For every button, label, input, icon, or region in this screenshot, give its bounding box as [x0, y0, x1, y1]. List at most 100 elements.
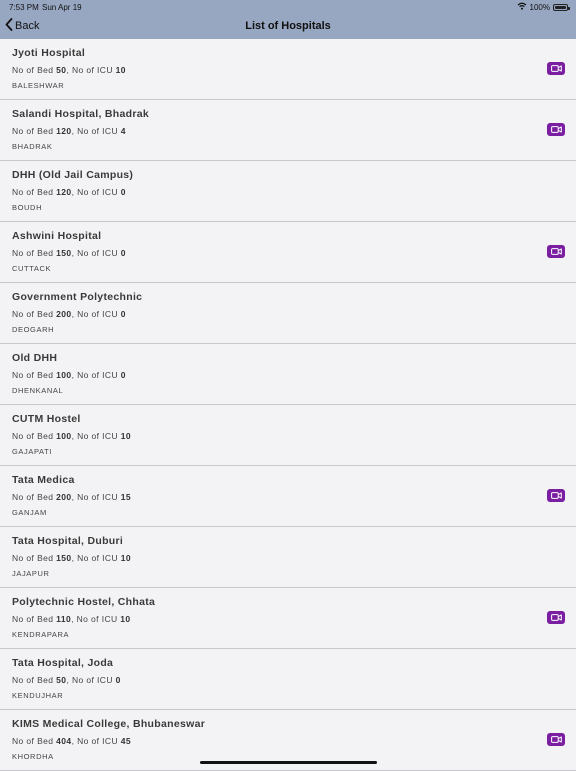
beds-prefix: No of Bed — [12, 736, 57, 746]
beds-prefix: No of Bed — [12, 431, 57, 441]
battery-percent: 100% — [529, 2, 550, 12]
hospital-name: Polytechnic Hostel, Chhata — [12, 596, 156, 608]
bed-count: 120 — [56, 126, 72, 136]
hospital-name: Salandi Hospital, Bhadrak — [12, 108, 150, 120]
hospital-district: JAJAPUR — [12, 569, 50, 578]
icu-prefix: , No of ICU — [71, 187, 121, 197]
nav-bar: Back List of Hospitals — [0, 14, 576, 40]
video-call-button[interactable] — [547, 245, 565, 258]
video-camera-icon — [550, 492, 562, 499]
icu-count: 15 — [120, 492, 132, 502]
icu-count: 10 — [120, 553, 132, 563]
hospital-district: GANJAM — [12, 508, 47, 517]
hospital-row[interactable]: Tata Hospital, Duburi No of Bed 150, No o… — [0, 527, 576, 588]
hospital-name: Old DHH — [12, 352, 58, 364]
hospital-district: DHENKANAL — [12, 386, 64, 395]
beds-prefix: No of Bed — [12, 309, 57, 319]
icu-count: 10 — [120, 431, 132, 441]
hospital-row[interactable]: Tata Hospital, Joda No of Bed 50, No of I… — [0, 649, 576, 710]
bed-count: 200 — [56, 492, 72, 502]
hospital-name: KIMS Medical College, Bhubaneswar — [12, 718, 206, 730]
hospital-district: BOUDH — [12, 203, 43, 212]
icu-count: 0 — [120, 309, 126, 319]
video-camera-icon — [550, 126, 562, 133]
beds-prefix: No of Bed — [12, 187, 57, 197]
hospital-district: DEOGARH — [12, 325, 55, 334]
battery-icon — [553, 3, 570, 11]
status-right: 100% — [517, 2, 570, 12]
bed-count: 200 — [56, 309, 72, 319]
bed-count: 120 — [56, 187, 72, 197]
bed-count: 150 — [56, 553, 72, 563]
beds-prefix: No of Bed — [12, 65, 57, 75]
icu-prefix: , No of ICU — [71, 126, 121, 136]
hospital-name: Ashwini Hospital — [12, 230, 102, 242]
hospital-row[interactable]: Ashwini Hospital No of Bed 150, No of ICU… — [0, 222, 576, 283]
bed-info: No of Bed 100, No of ICU 10 — [12, 431, 131, 441]
hospital-row[interactable]: Old DHH No of Bed 100, No of ICU 0 DHENKAN… — [0, 344, 576, 405]
video-call-button[interactable] — [547, 611, 565, 624]
hospital-district: KHORDHA — [12, 752, 54, 761]
hospital-row[interactable]: CUTM Hostel No of Bed 100, No of ICU 10 GA… — [0, 405, 576, 466]
beds-prefix: No of Bed — [12, 248, 57, 258]
bed-count: 100 — [56, 431, 72, 441]
hospital-name: Jyoti Hospital — [12, 47, 86, 59]
hospital-district: BHADRAK — [12, 142, 53, 151]
hospital-name: DHH (Old Jail Campus) — [12, 169, 134, 181]
hospital-row[interactable]: Salandi Hospital, Bhadrak No of Bed 120, … — [0, 100, 576, 161]
hospital-row[interactable]: DHH (Old Jail Campus) No of Bed 120, No o… — [0, 161, 576, 222]
bed-info: No of Bed 120, No of ICU 4 — [12, 126, 126, 136]
icu-prefix: , No of ICU — [66, 675, 116, 685]
beds-prefix: No of Bed — [12, 126, 57, 136]
hospital-name: Government Polytechnic — [12, 291, 143, 303]
home-indicator[interactable] — [200, 761, 377, 764]
bed-count: 50 — [56, 675, 67, 685]
bed-info: No of Bed 110, No of ICU 10 — [12, 614, 131, 624]
beds-prefix: No of Bed — [12, 614, 57, 624]
video-call-button[interactable] — [547, 62, 565, 75]
hospital-list: Jyoti Hospital No of Bed 50, No of ICU 10… — [0, 39, 576, 771]
bed-info: No of Bed 150, No of ICU 0 — [12, 248, 126, 258]
bed-count: 150 — [56, 248, 72, 258]
page-title: List of Hospitals — [245, 20, 331, 32]
hospital-row[interactable]: Tata Medica No of Bed 200, No of ICU 15 GA… — [0, 466, 576, 527]
hospital-district: BALESHWAR — [12, 81, 65, 90]
hospital-district: GAJAPATI — [12, 447, 52, 456]
icu-count: 10 — [120, 614, 131, 624]
video-call-button[interactable] — [547, 123, 565, 136]
bed-info: No of Bed 50, No of ICU 0 — [12, 675, 121, 685]
bed-info: No of Bed 200, No of ICU 0 — [12, 309, 126, 319]
video-camera-icon — [550, 614, 562, 621]
hospital-name: Tata Hospital, Joda — [12, 657, 114, 669]
video-call-button[interactable] — [547, 489, 565, 502]
icu-prefix: , No of ICU — [71, 553, 121, 563]
bed-info: No of Bed 404, No of ICU 45 — [12, 736, 131, 746]
video-camera-icon — [550, 65, 562, 72]
icu-count: 0 — [120, 370, 126, 380]
hospital-district: KENDUJHAR — [12, 691, 64, 700]
icu-count: 45 — [120, 736, 132, 746]
bed-info: No of Bed 200, No of ICU 15 — [12, 492, 131, 502]
icu-prefix: , No of ICU — [71, 614, 121, 624]
bed-info: No of Bed 50, No of ICU 10 — [12, 65, 126, 75]
beds-prefix: No of Bed — [12, 553, 57, 563]
beds-prefix: No of Bed — [12, 370, 57, 380]
hospital-name: CUTM Hostel — [12, 413, 81, 425]
hospital-row[interactable]: Jyoti Hospital No of Bed 50, No of ICU 10… — [0, 39, 576, 100]
icu-count: 0 — [120, 187, 126, 197]
hospital-name: Tata Medica — [12, 474, 75, 486]
hospital-row[interactable]: Government Polytechnic No of Bed 200, No … — [0, 283, 576, 344]
video-camera-icon — [550, 248, 562, 255]
beds-prefix: No of Bed — [12, 675, 57, 685]
hospital-district: CUTTACK — [12, 264, 52, 273]
status-date: Sun Apr 19 — [42, 3, 82, 12]
icu-prefix: , No of ICU — [71, 431, 121, 441]
icu-count: 10 — [115, 65, 126, 75]
hospital-row[interactable]: Polytechnic Hostel, Chhata No of Bed 110,… — [0, 588, 576, 649]
icu-prefix: , No of ICU — [71, 309, 121, 319]
icu-count: 0 — [115, 675, 121, 685]
icu-prefix: , No of ICU — [71, 736, 121, 746]
video-call-button[interactable] — [547, 733, 565, 746]
icu-prefix: , No of ICU — [71, 370, 121, 380]
bed-info: No of Bed 150, No of ICU 10 — [12, 553, 131, 563]
